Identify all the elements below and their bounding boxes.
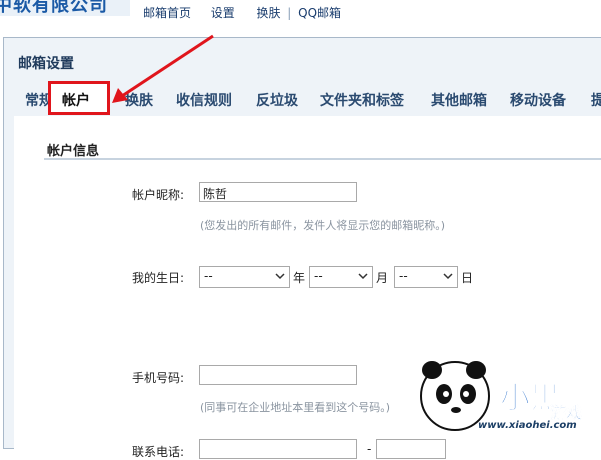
birthday-day-select[interactable]: -- <box>394 266 458 288</box>
nav-qq-mail[interactable]: QQ邮箱 <box>298 4 341 21</box>
month-unit: 月 <box>376 271 389 285</box>
tab-skin[interactable]: 换肤 <box>125 90 153 110</box>
phone-separator: - <box>367 442 372 456</box>
birthday-month-select[interactable]: -- <box>309 266 373 288</box>
tab-account[interactable]: 帐户 <box>48 81 110 115</box>
birthday-label: 我的生日: <box>131 271 184 285</box>
year-unit: 年 <box>293 271 306 285</box>
panel-title: 邮箱设置 <box>18 56 74 72</box>
mobile-label: 手机号码: <box>131 371 184 385</box>
birthday-year-value: -- <box>204 269 213 283</box>
mobile-input[interactable] <box>199 365 357 385</box>
nav-skin[interactable]: 换肤 <box>256 4 280 21</box>
phone-number-input[interactable] <box>376 439 446 459</box>
chevron-down-icon <box>275 273 285 280</box>
mobile-hint: (同事可在企业地址本里看到这个号码。) <box>200 401 391 414</box>
tab-receive-rules[interactable]: 收信规则 <box>176 90 232 110</box>
tab-more[interactable]: 提 <box>591 90 601 110</box>
company-logo: 中软有限公司 <box>0 0 130 16</box>
tab-mobile-devices[interactable]: 移动设备 <box>510 90 566 110</box>
chevron-down-icon <box>443 273 453 280</box>
watermark-site: www.xiaohei.com <box>478 420 577 431</box>
nav-mail-home[interactable]: 邮箱首页 <box>143 4 191 21</box>
tab-other-mailboxes[interactable]: 其他邮箱 <box>431 90 487 110</box>
nav-settings[interactable]: 设置 <box>211 4 235 21</box>
nav-separator: | <box>287 6 292 20</box>
section-divider <box>44 158 601 160</box>
birthday-year-select[interactable]: -- <box>199 266 290 288</box>
tab-folders-labels[interactable]: 文件夹和标签 <box>320 90 404 110</box>
phone-label: 联系电话: <box>131 445 184 459</box>
top-nav: 邮箱首页 | 设置 | 换肤 | QQ邮箱 <box>143 4 341 21</box>
top-bar: 中软有限公司 邮箱首页 | 设置 | 换肤 | QQ邮箱 <box>0 0 601 28</box>
tab-account-label: 帐户 <box>62 93 90 109</box>
nickname-input[interactable]: 陈哲 <box>199 182 357 202</box>
section-title: 帐户信息 <box>47 144 100 159</box>
day-unit: 日 <box>461 271 474 285</box>
tab-anti-spam[interactable]: 反垃圾 <box>256 90 298 110</box>
birthday-month-value: -- <box>314 269 323 283</box>
phone-area-input[interactable] <box>199 439 357 459</box>
nickname-label: 帐户昵称: <box>131 188 184 202</box>
birthday-day-value: -- <box>399 269 408 283</box>
chevron-down-icon <box>358 273 368 280</box>
nickname-hint: (您发出的所有邮件，发件人将显示您的邮箱昵称。) <box>200 219 446 232</box>
